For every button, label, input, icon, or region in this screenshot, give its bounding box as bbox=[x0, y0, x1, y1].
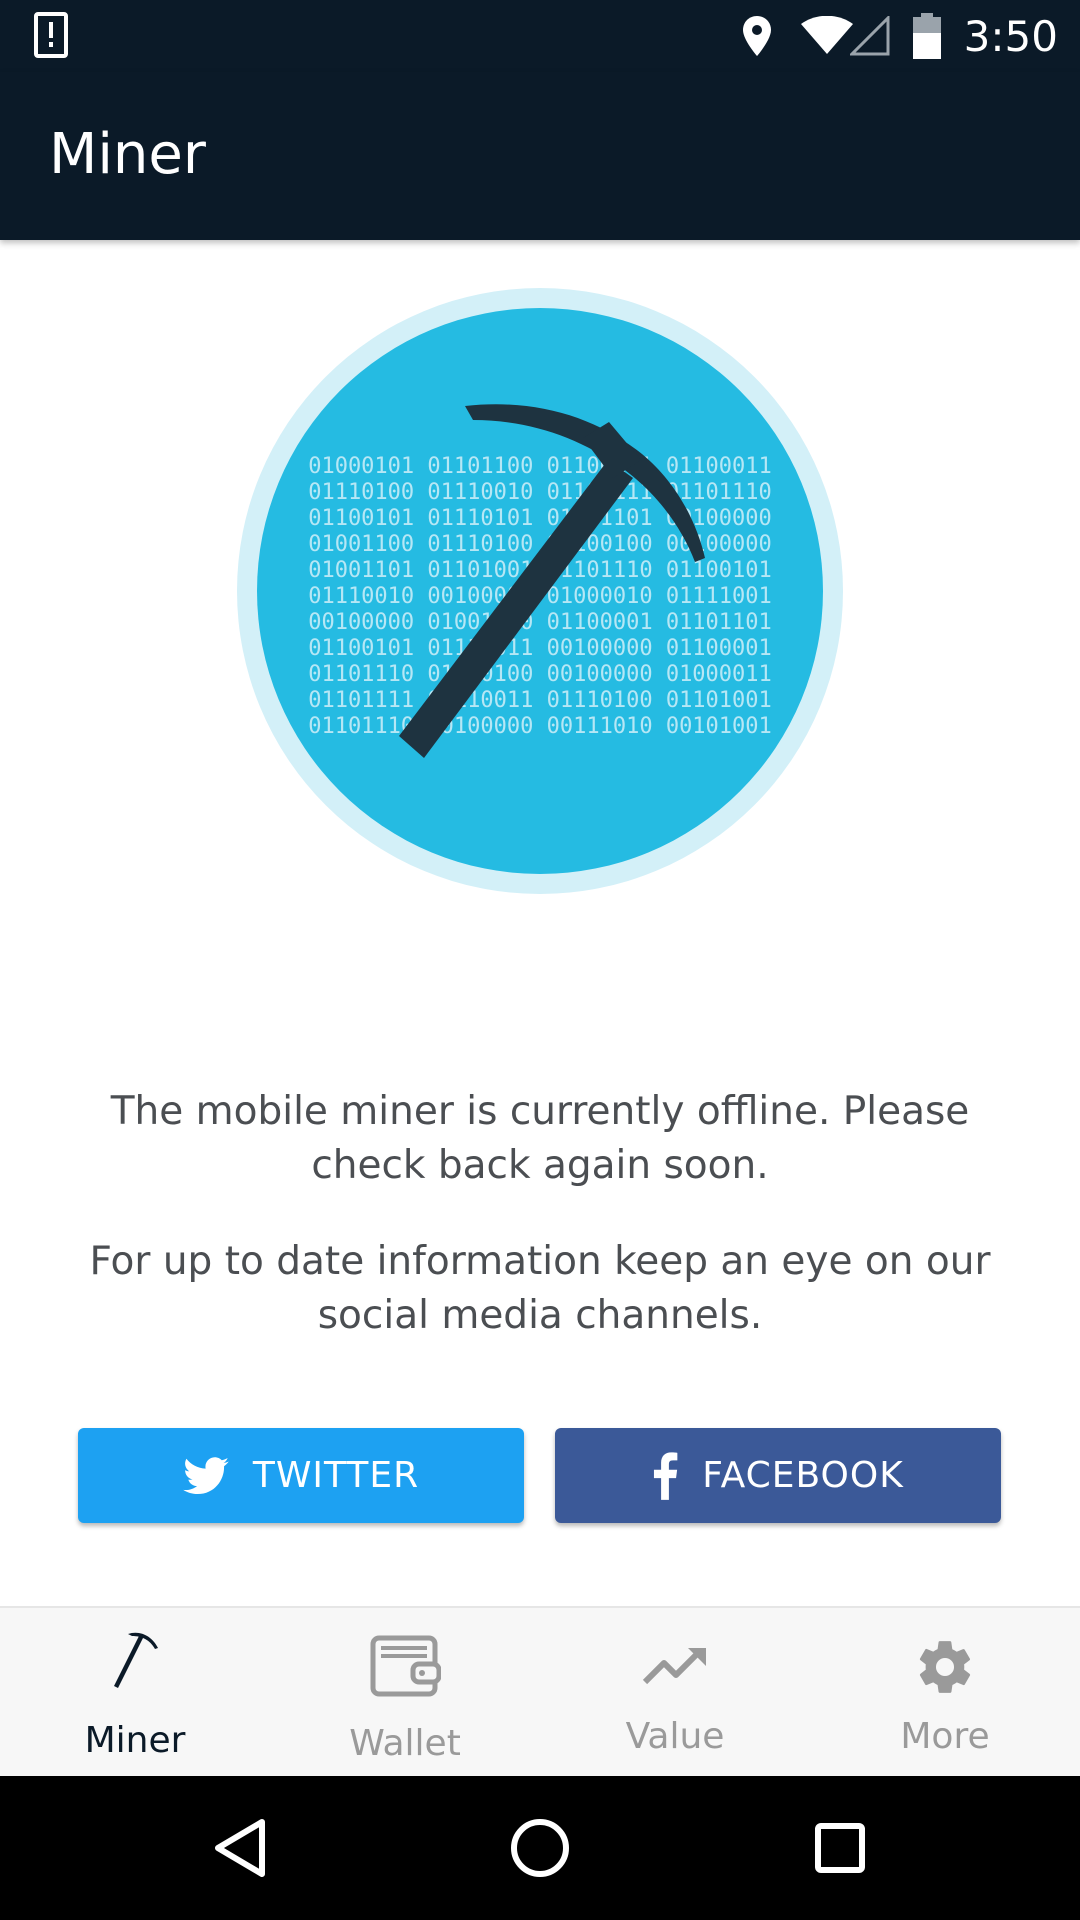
cell-signal-icon bbox=[849, 16, 890, 56]
trending-up-icon bbox=[540, 1646, 810, 1686]
twitter-button[interactable]: TWITTER bbox=[78, 1428, 524, 1523]
bottom-navigation: Miner Wallet Value More bbox=[0, 1606, 1080, 1778]
binary-line: 01110100 01110010 01101111 01101110 bbox=[308, 480, 772, 505]
alert-icon bbox=[34, 12, 74, 60]
pickaxe-illustration: 01000101 01101100 01100101 0110001101110… bbox=[237, 288, 843, 894]
miner-hero-image: 01000101 01101100 01100101 01100011 01110… bbox=[237, 288, 843, 894]
twitter-icon bbox=[183, 1456, 229, 1495]
gear-icon bbox=[810, 1636, 1080, 1698]
binary-line: 01101111 01110011 01110100 01101001 bbox=[308, 688, 772, 713]
facebook-button[interactable]: FACEBOOK bbox=[555, 1428, 1001, 1523]
offline-message: The mobile miner is currently offline. P… bbox=[110, 1089, 970, 1188]
nav-label-value: Value bbox=[625, 1716, 725, 1757]
facebook-button-label: FACEBOOK bbox=[702, 1455, 904, 1496]
binary-line: 01100101 01110101 01101101 00100000 bbox=[308, 506, 772, 531]
nav-label-miner: Miner bbox=[84, 1720, 186, 1761]
pickaxe-icon bbox=[0, 1628, 270, 1690]
status-time: 3:50 bbox=[963, 11, 1058, 61]
nav-label-wallet: Wallet bbox=[349, 1723, 461, 1764]
home-icon[interactable] bbox=[504, 1812, 576, 1884]
binary-line: 01101110 01100100 00100000 01000011 bbox=[308, 662, 772, 687]
nav-item-wallet[interactable]: Wallet bbox=[270, 1608, 540, 1778]
back-icon[interactable] bbox=[204, 1812, 276, 1884]
binary-line: 01101110 00100000 00111010 00101001 bbox=[308, 714, 772, 739]
wifi-icon bbox=[800, 16, 854, 56]
binary-line: 00100000 01001010 01100001 01101101 bbox=[308, 610, 772, 635]
recents-icon[interactable] bbox=[804, 1812, 876, 1884]
location-icon bbox=[742, 15, 772, 57]
twitter-button-label: TWITTER bbox=[252, 1455, 420, 1496]
binary-line: 01000101 01101100 01100101 01100011 bbox=[308, 454, 772, 479]
system-navigation-bar bbox=[0, 1776, 1080, 1920]
facebook-icon bbox=[652, 1451, 678, 1500]
battery-icon bbox=[912, 13, 942, 59]
app-bar: Miner bbox=[0, 72, 1080, 240]
page-title: Miner bbox=[49, 122, 206, 187]
wallet-icon bbox=[270, 1628, 540, 1700]
nav-item-more[interactable]: More bbox=[810, 1608, 1080, 1778]
social-message: For up to date information keep an eye o… bbox=[89, 1239, 991, 1338]
nav-item-miner[interactable]: Miner bbox=[0, 1608, 270, 1778]
binary-line: 01100101 01110011 00100000 01100001 bbox=[308, 636, 772, 661]
status-bar: 3:50 bbox=[0, 0, 1080, 72]
nav-label-more: More bbox=[900, 1716, 990, 1757]
nav-item-value[interactable]: Value bbox=[540, 1608, 810, 1778]
